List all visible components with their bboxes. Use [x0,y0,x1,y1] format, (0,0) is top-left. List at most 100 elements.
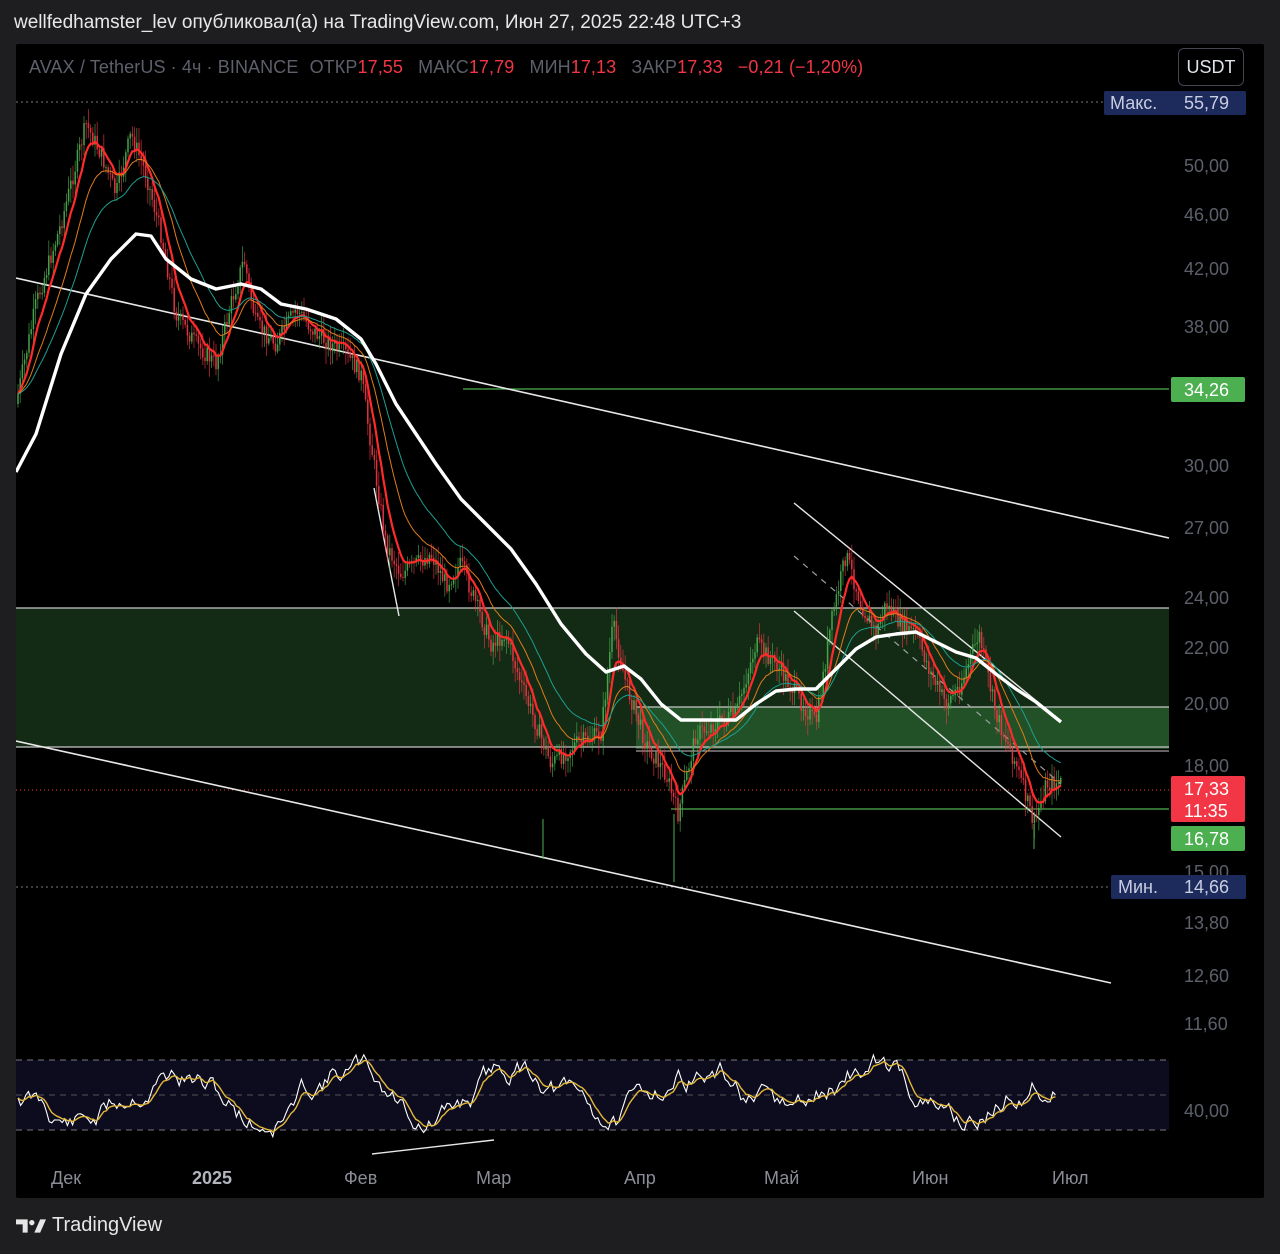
close-value: 17,33 [677,57,723,77]
symbol-name[interactable]: AVAX / TetherUS · 4ч · BINANCE [29,57,298,77]
candle-body [76,149,79,172]
x-tick-label: Дек [51,1168,81,1188]
candle-body [144,165,147,179]
candle-body [870,615,873,627]
candle-body [382,504,384,531]
candle-body [692,738,695,761]
candle-body [939,680,941,693]
candle-body [232,296,235,300]
candle-body [921,637,923,651]
candle-body [1057,782,1060,784]
chart-pane[interactable]: 50,00 46,00 42,00 38,00 30,00 27,00 24,00 22,00… [16,44,1264,1198]
candle-body [441,570,444,581]
price-axis[interactable]: 50,00 46,00 42,00 38,00 30,00 27,00 24,00 22,00… [1184,156,1229,1034]
candle-body [994,689,996,710]
candle-body [360,370,362,381]
candle-body [224,322,226,335]
candle-body [532,703,534,715]
candle-body [760,639,763,643]
tradingview-brand[interactable]: TradingView [16,1214,162,1237]
candle-body [859,601,862,608]
chart-canvas[interactable]: 50,00 46,00 42,00 38,00 30,00 27,00 24,00 22,00… [16,44,1264,1198]
candle-body [866,618,868,622]
candle-body [648,741,651,748]
candle-body [395,564,398,566]
candle-body [635,700,637,715]
candle-body [1029,795,1031,807]
max-badge-value: 55,79 [1184,93,1229,113]
open-value: 17,55 [357,57,404,77]
candle-body [842,560,844,572]
candle-body [694,738,697,745]
candle-body [611,626,613,652]
candle-body [364,384,367,400]
candle-body [477,599,479,602]
candle-body [855,589,857,592]
open-label: ОТКР [309,57,358,77]
time-axis[interactable]: Дек 2025 Фев Мар Апр Май Июн Июл [51,1168,1089,1188]
candle-body [835,594,838,610]
candle-body [1005,735,1007,742]
candle-body [210,355,213,362]
candle-body [391,548,393,561]
candle-body [173,287,175,312]
candle-body [461,557,464,562]
candle-body [50,255,52,263]
candle-body [936,680,939,685]
candle-body [650,747,653,759]
candle-body [171,278,173,288]
candle-body [683,780,686,788]
candle-body [681,787,684,804]
y-tick-label: 20,00 [1184,694,1229,714]
candle-body [494,642,497,646]
candle-body [254,312,257,314]
candle-body [1022,777,1025,780]
last-price-value: 17,33 [1184,779,1229,799]
candle-body [384,530,387,536]
candle-body [406,563,409,571]
candle-body [404,570,406,578]
candle-body [606,672,609,700]
candle-body [202,348,204,358]
low-value: 17,13 [570,57,617,77]
candle-body [752,658,754,663]
candle-body [556,754,558,757]
y-tick-label: 13,80 [1184,913,1229,933]
candle-body [474,590,477,602]
candle-body [142,160,145,166]
candle-body [400,573,402,577]
candle-body [380,504,382,506]
currency-button[interactable]: USDT [1178,48,1244,86]
candle-body [1046,780,1049,788]
candle-body [177,316,180,321]
candle-body [197,335,200,344]
candle-body [386,535,389,556]
candle-body [89,128,92,133]
candle-body [912,628,915,630]
y-tick-label: 27,00 [1184,518,1229,538]
level-upper-badge: 34,26 [1171,377,1245,402]
candle-body [444,574,446,581]
candle-body [182,313,184,321]
candle-body [235,293,237,300]
candle-body [107,167,109,173]
candle-body [1002,735,1005,737]
candle-body [840,571,842,592]
candle-body [888,605,890,609]
candle-body [910,625,912,629]
candle-body [908,625,910,631]
candle-body [199,343,202,349]
candle-body [1000,715,1003,736]
candle-body [430,554,433,558]
candle-body [1018,766,1020,770]
candle-body [34,299,37,309]
candle-body [868,615,871,622]
candle-body [705,731,708,733]
candle-body [701,725,703,727]
candle-body [639,719,642,725]
candle-body [956,686,959,690]
candle-body [246,264,248,274]
candle-body [675,796,677,798]
candle-body [580,740,582,743]
change-value: −0,21 (−1,20%) [737,57,864,77]
